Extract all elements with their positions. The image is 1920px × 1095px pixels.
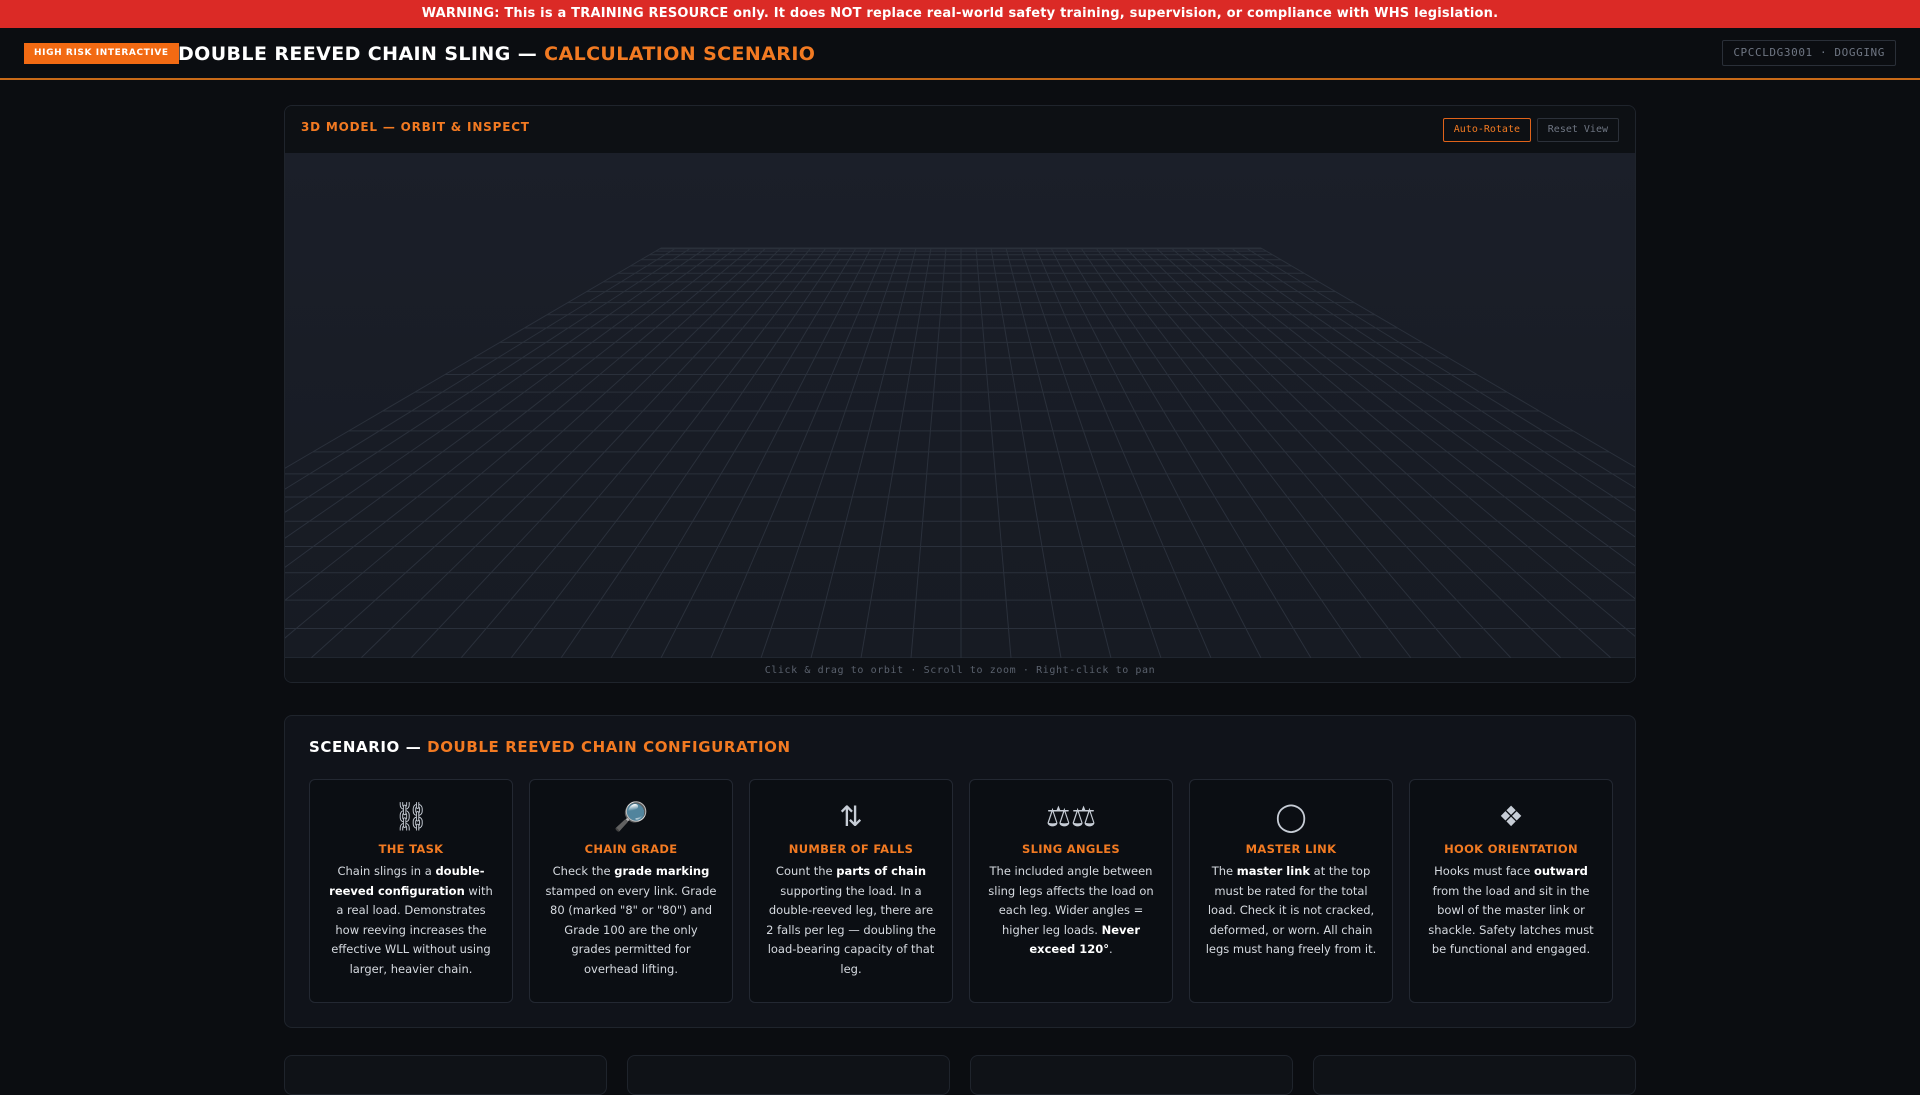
grid-line	[285, 247, 722, 568]
grid-line	[860, 247, 932, 658]
grid-line	[460, 247, 812, 658]
scenario-card-title: SLING ANGLES	[1022, 842, 1120, 856]
viewport-controls-hint: Click & drag to orbit · Scroll to zoom ·…	[285, 658, 1635, 682]
scenario-panel: SCENARIO — DOUBLE REEVED CHAIN CONFIGURA…	[284, 715, 1636, 1028]
scenario-card: 🔎 CHAIN GRADE Check the grade marking stam…	[529, 779, 733, 1003]
page-title-accent: CALCULATION SCENARIO	[544, 43, 816, 65]
grid-line	[1155, 247, 1612, 658]
scenario-card: ⚖⚖ SLING ANGLES The included angle between…	[969, 779, 1173, 1003]
grid-line	[285, 247, 692, 513]
grid-line	[1065, 247, 1312, 658]
chain-icon: ⛓	[393, 800, 429, 833]
emphasis-text: parts of chain	[836, 864, 927, 878]
scenario-card-text: Chain slings in a double-reeved configur…	[324, 862, 498, 979]
scenario-card-title: THE TASK	[378, 842, 444, 856]
grid-line	[310, 247, 767, 658]
grid-line	[1200, 247, 1635, 567]
emphasis-text: master link	[1236, 864, 1311, 878]
scenario-card-title: MASTER LINK	[1245, 842, 1337, 856]
lower-panel	[627, 1055, 950, 1095]
grid-line	[1170, 247, 1635, 637]
scenario-card-title: NUMBER OF FALLS	[788, 842, 914, 856]
grid-line	[1230, 247, 1635, 512]
model-panel-title: 3D MODEL — ORBIT & INSPECT	[301, 120, 530, 134]
body-text: from the load and sit in the bowl of the…	[1428, 883, 1594, 957]
reset-view-button[interactable]: Reset View	[1536, 118, 1619, 142]
emphasis-text: grade marking	[614, 864, 710, 878]
scenario-card-text: The master link at the top must be rated…	[1204, 862, 1378, 960]
body-text: Count the	[775, 864, 837, 878]
grid-line	[1140, 247, 1562, 658]
lower-panel	[284, 1055, 607, 1095]
grid-line	[285, 247, 752, 639]
course-code-tag: CPCCLDG3001 · DOGGING	[1722, 40, 1896, 66]
scenario-card-title: HOOK ORIENTATION	[1444, 842, 1578, 856]
magnifier-icon: 🔎	[613, 800, 649, 833]
grid-line	[975, 247, 1012, 658]
grid-line	[360, 247, 782, 658]
up-down-arrows-icon: ⇅	[839, 800, 863, 833]
scenario-card-text: Hooks must face outward from the load an…	[1424, 862, 1598, 960]
model-panel: 3D MODEL — ORBIT & INSPECT Auto-Rotate R…	[284, 105, 1636, 683]
scenario-card-text: Count the parts of chain supporting the …	[764, 862, 938, 979]
3d-viewport[interactable]	[285, 153, 1635, 658]
high-risk-badge: HIGH RISK INTERACTIVE	[24, 43, 179, 64]
app-header: HIGH RISK INTERACTIVE DOUBLE REEVED CHAI…	[0, 28, 1920, 80]
grid-line	[1095, 247, 1412, 658]
grid-line	[1005, 247, 1112, 658]
scenario-card-title: CHAIN GRADE	[584, 842, 678, 856]
scenario-card-text: The included angle between sling legs af…	[984, 862, 1158, 960]
ground-grid	[285, 247, 1635, 658]
lower-panel	[970, 1055, 1293, 1095]
grid-line	[810, 247, 917, 658]
auto-rotate-button[interactable]: Auto-Rotate	[1442, 118, 1531, 142]
scenario-card: ⛓ THE TASK Chain slings in a double-reeved…	[309, 779, 513, 1003]
hook-diamond-icon: ❖	[1498, 800, 1524, 833]
warning-banner: WARNING: This is a TRAINING RESOURCE onl…	[0, 0, 1920, 28]
grid-line	[510, 247, 827, 658]
grid-line	[990, 247, 1062, 658]
scenario-cards: ⛓ THE TASK Chain slings in a double-reeved…	[309, 779, 1613, 1003]
grid-line	[1050, 247, 1262, 658]
body-text: The	[1211, 864, 1237, 878]
page-title: DOUBLE REEVED CHAIN SLING — CALCULATION …	[178, 40, 815, 68]
lower-panel	[1313, 1055, 1636, 1095]
emphasis-text: outward	[1533, 864, 1588, 878]
ring-icon: ◯	[1275, 800, 1307, 833]
scenario-title: SCENARIO — DOUBLE REEVED CHAIN CONFIGURA…	[309, 738, 791, 756]
scenario-card: ◯ MASTER LINK The master link at the top m…	[1189, 779, 1393, 1003]
grid-line	[910, 247, 947, 658]
body-text: .	[1108, 942, 1113, 956]
scales-icon: ⚖⚖	[1045, 800, 1097, 833]
grid-line	[1110, 247, 1462, 658]
grid-line	[660, 247, 872, 658]
scenario-title-accent: DOUBLE REEVED CHAIN CONFIGURATION	[427, 738, 791, 756]
body-text: Hooks must face	[1434, 864, 1534, 878]
body-text: Check the	[552, 864, 615, 878]
page-title-main: DOUBLE REEVED CHAIN SLING —	[178, 43, 545, 65]
body-text: Chain slings in a	[337, 864, 436, 878]
grid-line	[610, 247, 857, 658]
grid-line	[1020, 247, 1162, 658]
scenario-card: ⇅ NUMBER OF FALLS Count the parts of chain…	[749, 779, 953, 1003]
body-text: stamped on every link. Grade 80 (marked …	[545, 883, 717, 976]
model-panel-header: 3D MODEL — ORBIT & INSPECT Auto-Rotate R…	[285, 106, 1635, 153]
grid-line	[760, 247, 902, 658]
scenario-card: ❖ HOOK ORIENTATION Hooks must face outward…	[1409, 779, 1613, 1003]
grid-line	[285, 247, 707, 539]
body-text: supporting the load. In a double-reeved …	[766, 883, 936, 976]
scenario-title-main: SCENARIO —	[309, 738, 428, 756]
scenario-card-text: Check the grade marking stamped on every…	[544, 862, 718, 979]
grid-line	[1215, 247, 1635, 538]
lower-panels	[284, 1055, 1636, 1095]
